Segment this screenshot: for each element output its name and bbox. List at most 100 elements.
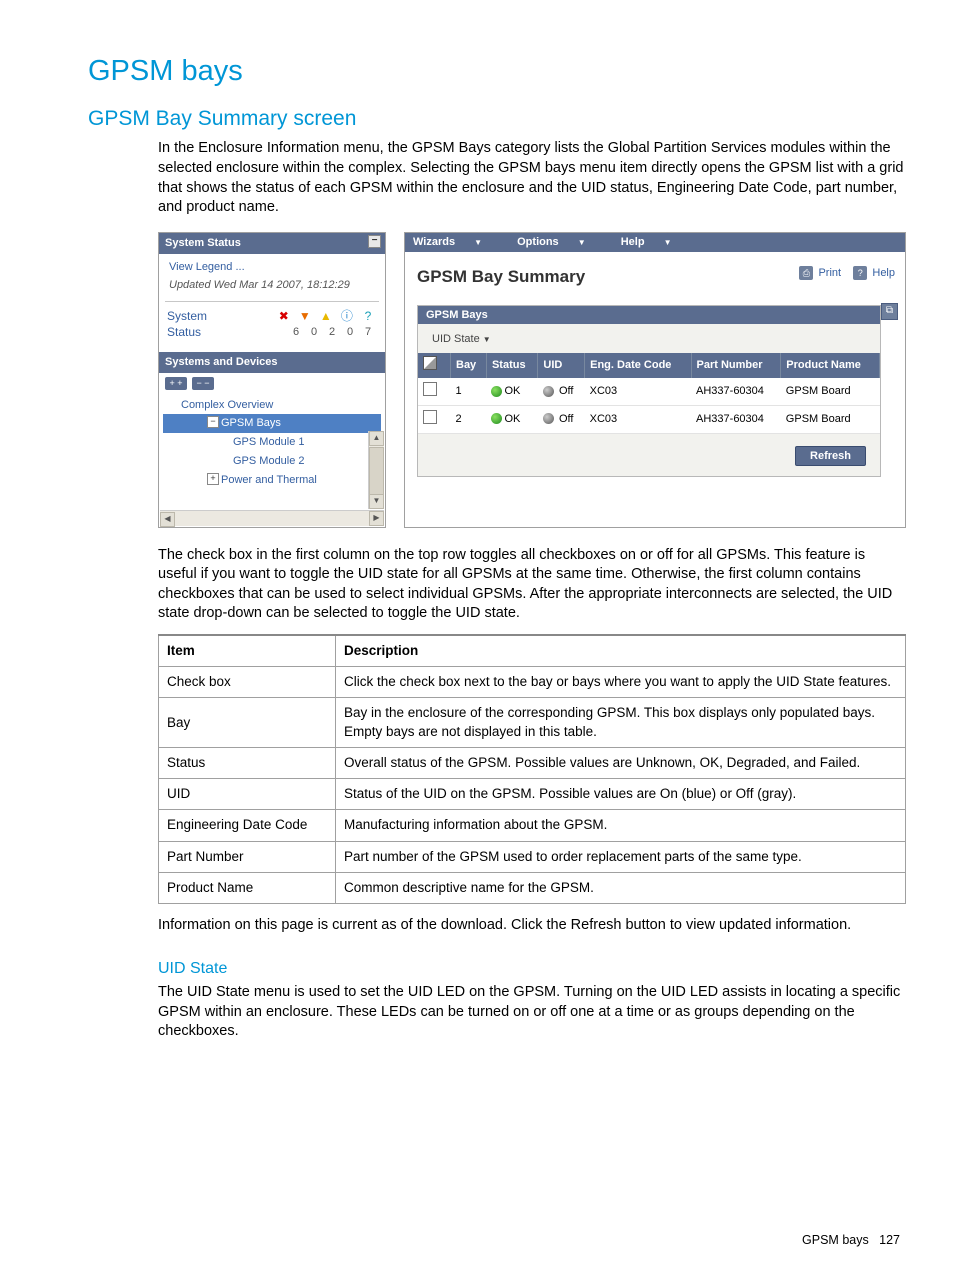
cell-bay: 1 [451, 378, 487, 405]
uid-state-dropdown[interactable]: UID State ▼ [418, 324, 880, 353]
col-edc: Eng. Date Code [585, 353, 691, 378]
col-uid: UID [538, 353, 585, 378]
count-info: 0 [341, 325, 359, 340]
help-link[interactable]: Help [872, 267, 895, 279]
doc-cell: Manufacturing information about the GPSM… [336, 810, 906, 841]
view-legend-link[interactable]: View Legend ... [159, 254, 385, 277]
uid-state-text: The UID State menu is used to set the UI… [158, 983, 904, 1042]
page-footer: GPSM bays 127 [802, 1232, 900, 1249]
cell-status: OK [486, 405, 537, 433]
doc-cell: Status of the UID on the GPSM. Possible … [336, 779, 906, 810]
cell-pn: AH337-60304 [691, 405, 781, 433]
vertical-scrollbar[interactable]: ▲ ▼ [368, 431, 384, 509]
gpsm-grid: Bay Status UID Eng. Date Code Part Numbe… [418, 353, 880, 434]
col-name: Product Name [781, 353, 880, 378]
expand-box-icon[interactable]: ⧉ [881, 303, 898, 320]
help-icon[interactable]: ? [853, 266, 867, 280]
cell-name: GPSM Board [781, 405, 880, 433]
after-shot-paragraph: The check box in the first column on the… [158, 546, 904, 624]
system-status-header: System Status − [159, 233, 385, 254]
uid-state-heading: UID State [158, 958, 904, 980]
col-pn: Part Number [691, 353, 781, 378]
cell-bay: 2 [451, 405, 487, 433]
doc-cell: Part number of the GPSM used to order re… [336, 841, 906, 872]
system-status-row-label: System Status [167, 308, 185, 340]
doc-cell: Overall status of the GPSM. Possible val… [336, 747, 906, 778]
nav-tree: Complex Overview GPSM Bays GPS Module 1 … [159, 394, 385, 492]
count-caution: 0 [305, 325, 323, 340]
uid-off-icon [543, 386, 554, 397]
doc-th-item: Item [159, 635, 336, 667]
intro-paragraph: In the Enclosure Information menu, the G… [158, 139, 904, 217]
refresh-note: Information on this page is current as o… [158, 916, 904, 936]
cell-uid: Off [538, 378, 585, 405]
ok-icon [491, 386, 502, 397]
doc-cell: Bay [159, 698, 336, 747]
side-panel: System Status − View Legend ... Updated … [158, 232, 386, 528]
horizontal-scrollbar[interactable]: ◀ ▶ [160, 510, 384, 526]
expand-all-button[interactable]: + + [165, 377, 187, 390]
scroll-down-icon[interactable]: ▼ [369, 494, 384, 509]
row-checkbox[interactable] [423, 382, 437, 396]
select-all-checkbox[interactable] [423, 356, 437, 370]
cell-pn: AH337-60304 [691, 378, 781, 405]
menu-help[interactable]: Help ▼ [621, 236, 688, 248]
ok-icon [491, 413, 502, 424]
gpsm-bays-box-label: GPSM Bays [418, 306, 880, 325]
doc-cell: Common descriptive name for the GPSM. [336, 872, 906, 903]
gpsm-bays-box: ⧉ GPSM Bays UID State ▼ Bay Status UID E… [417, 305, 881, 477]
print-icon[interactable]: ⎙ [799, 266, 813, 280]
doc-cell: Engineering Date Code [159, 810, 336, 841]
row-checkbox[interactable] [423, 410, 437, 424]
col-bay: Bay [451, 353, 487, 378]
count-warning: 2 [323, 325, 341, 340]
systems-devices-header: Systems and Devices [159, 352, 385, 373]
print-link[interactable]: Print [818, 267, 841, 279]
doc-cell: Part Number [159, 841, 336, 872]
doc-table: Item Description Check boxClick the chec… [158, 634, 906, 904]
table-row: 2 OK Off XC03 AH337-60304 GPSM Board [418, 405, 880, 433]
cell-edc: XC03 [585, 378, 691, 405]
menu-wizards[interactable]: Wizards ▼ [413, 236, 498, 248]
app-screenshot: System Status − View Legend ... Updated … [158, 232, 906, 528]
unknown-icon: ? [359, 308, 377, 324]
cell-status: OK [486, 378, 537, 405]
tree-gps-module-2[interactable]: GPS Module 2 [163, 452, 381, 471]
page-h2: GPSM Bay Summary screen [88, 105, 904, 133]
collapse-icon[interactable]: − [368, 235, 381, 248]
critical-icon: ✖ [275, 308, 293, 324]
refresh-button[interactable]: Refresh [795, 446, 866, 466]
doc-cell: Click the check box next to the bay or b… [336, 667, 906, 698]
scroll-up-icon[interactable]: ▲ [369, 431, 384, 446]
doc-cell: Product Name [159, 872, 336, 903]
main-panel: Wizards ▼ Options ▼ Help ▼ GPSM Bay Summ… [404, 232, 906, 528]
collapse-all-button[interactable]: − − [192, 377, 214, 390]
scroll-right-icon[interactable]: ▶ [369, 511, 384, 526]
count-unknown: 7 [359, 325, 377, 340]
uid-off-icon [543, 413, 554, 424]
tree-gpsm-bays[interactable]: GPSM Bays [163, 414, 381, 433]
cell-name: GPSM Board [781, 378, 880, 405]
menu-options[interactable]: Options ▼ [517, 236, 602, 248]
caution-down-icon: ▼ [296, 308, 314, 324]
doc-cell: Check box [159, 667, 336, 698]
doc-cell: Bay in the enclosure of the correspondin… [336, 698, 906, 747]
doc-cell: Status [159, 747, 336, 778]
doc-cell: UID [159, 779, 336, 810]
info-icon: ⓘ [338, 308, 356, 324]
updated-timestamp: Updated Wed Mar 14 2007, 18:12:29 [159, 276, 385, 301]
system-status-label: System Status [165, 237, 241, 249]
warning-icon: ▲ [317, 308, 335, 324]
menubar: Wizards ▼ Options ▼ Help ▼ [405, 233, 905, 252]
scroll-left-icon[interactable]: ◀ [160, 512, 175, 527]
cell-uid: Off [538, 405, 585, 433]
tree-complex-overview[interactable]: Complex Overview [163, 396, 381, 415]
doc-th-desc: Description [336, 635, 906, 667]
col-status: Status [486, 353, 537, 378]
tree-power-thermal[interactable]: Power and Thermal [163, 471, 381, 490]
table-row: 1 OK Off XC03 AH337-60304 GPSM Board [418, 378, 880, 405]
cell-edc: XC03 [585, 405, 691, 433]
page-h1: GPSM bays [88, 52, 904, 91]
tree-gps-module-1[interactable]: GPS Module 1 [163, 433, 381, 452]
count-critical: 6 [287, 325, 305, 340]
